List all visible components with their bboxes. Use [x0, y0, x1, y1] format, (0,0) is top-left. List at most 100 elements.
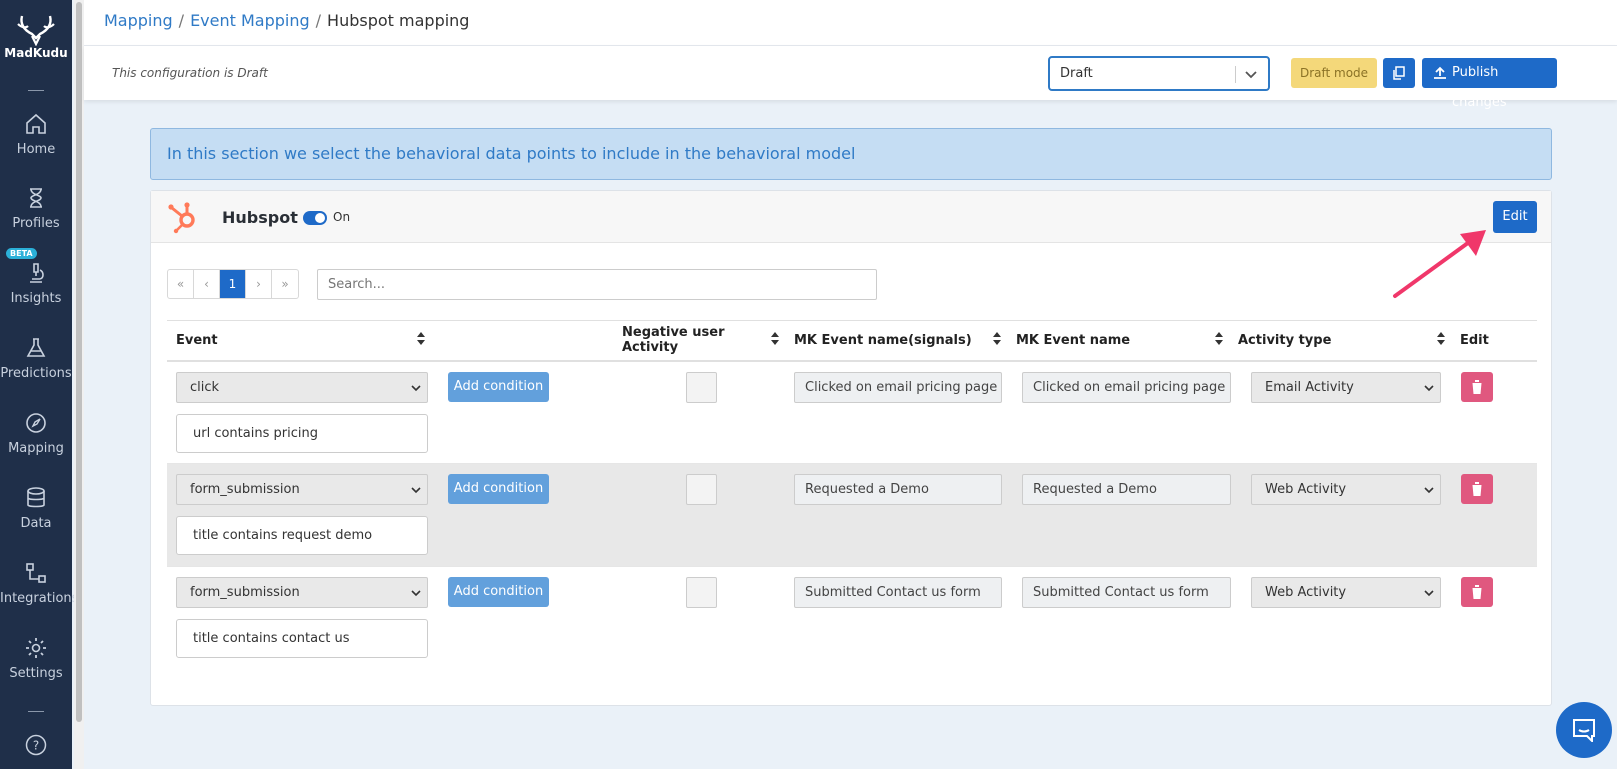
version-select[interactable]: Draft: [1048, 56, 1270, 91]
condition-field[interactable]: title contains request demo: [176, 516, 428, 555]
next-page-button[interactable]: ›: [246, 270, 272, 298]
signal-name-input[interactable]: Clicked on email pricing page link: [794, 371, 1002, 403]
sidebar-divider: [28, 90, 44, 91]
sidebar-item-profiles[interactable]: Profiles: [0, 186, 72, 231]
prev-page-button[interactable]: ‹: [194, 270, 220, 298]
version-select-value: Draft: [1060, 66, 1093, 81]
breadcrumb-mapping[interactable]: Mapping: [104, 11, 173, 30]
event-mapping-table: Event Negative user Activity MK Event na…: [167, 320, 1537, 670]
sidebar-item-label: Home: [16, 142, 56, 157]
select-divider: [1235, 66, 1236, 83]
page-title: Hubspot mapping: [327, 11, 470, 30]
trash-icon: [1471, 585, 1483, 599]
search-input[interactable]: [317, 269, 877, 300]
delete-row-button[interactable]: [1461, 371, 1493, 402]
table-row: form_submission title contains contact u…: [167, 567, 1537, 670]
sidebar-item-label: Profiles: [12, 216, 60, 231]
negative-activity-checkbox[interactable]: [686, 474, 717, 505]
hourglass-icon: [30, 188, 42, 208]
draft-mode-button[interactable]: Draft mode: [1291, 58, 1377, 88]
sidebar-item-insights[interactable]: BETA Insights: [0, 248, 72, 306]
table-row: form_submission title contains request d…: [167, 463, 1537, 567]
activity-type-select[interactable]: Email Activity: [1251, 371, 1441, 403]
chevron-down-icon: [411, 384, 421, 391]
hubspot-card: Hubspot On Edit « ‹ 1 › » Event Negative…: [150, 190, 1552, 706]
help-button[interactable]: ?: [0, 734, 72, 762]
beta-badge: BETA: [6, 248, 37, 259]
compass-icon: [26, 413, 46, 433]
integrations-icon: [26, 563, 46, 583]
card-header: Hubspot On Edit: [151, 191, 1551, 243]
first-page-button[interactable]: «: [168, 270, 194, 298]
delete-row-button[interactable]: [1461, 474, 1493, 504]
sidebar-item-mapping[interactable]: Mapping: [0, 411, 72, 456]
scrollbar-thumb[interactable]: [76, 2, 82, 722]
signal-name-input[interactable]: Submitted Contact us form: [794, 577, 1002, 608]
column-header-activity-type[interactable]: Activity type: [1229, 320, 1451, 362]
column-header-negative[interactable]: Negative user Activity: [613, 320, 785, 362]
trash-icon: [1471, 379, 1483, 394]
toggle-knob: [315, 213, 325, 223]
help-icon: ?: [25, 734, 47, 756]
signal-name-input[interactable]: Requested a Demo: [794, 474, 1002, 505]
event-select[interactable]: form_submission: [176, 577, 428, 608]
gear-icon: [26, 638, 46, 658]
event-name-input[interactable]: Submitted Contact us form: [1022, 577, 1231, 608]
chat-icon: [1573, 719, 1595, 742]
activity-type-select[interactable]: Web Activity: [1251, 474, 1441, 505]
brand-name: MadKudu: [4, 46, 68, 60]
chevron-down-icon: [1424, 384, 1434, 391]
event-select[interactable]: click: [176, 371, 428, 403]
hubspot-logo-icon: [168, 202, 195, 234]
copy-button[interactable]: [1383, 58, 1415, 88]
event-select[interactable]: form_submission: [176, 474, 428, 505]
chevron-down-icon: [1424, 487, 1434, 494]
condition-field[interactable]: url contains pricing: [176, 413, 428, 453]
delete-row-button[interactable]: [1461, 577, 1493, 607]
column-header-event[interactable]: Event: [167, 320, 431, 362]
column-header-event-name[interactable]: MK Event name: [1007, 320, 1229, 362]
sidebar-item-label: Integrations: [0, 591, 79, 606]
sidebar-divider: [28, 711, 44, 712]
sidebar-item-integrations[interactable]: Integrations: [0, 561, 79, 606]
home-icon: [26, 113, 46, 134]
column-header-edit: Edit: [1451, 320, 1537, 362]
publish-changes-button[interactable]: Publish changes: [1422, 58, 1557, 110]
toggle-label: On: [333, 210, 351, 224]
sidebar-item-home[interactable]: Home: [0, 112, 72, 157]
table-header-row: Event Negative user Activity MK Event na…: [167, 320, 1537, 362]
sidebar-item-predictions[interactable]: Predictions: [0, 336, 72, 381]
condition-field[interactable]: title contains contact us: [176, 619, 428, 658]
last-page-button[interactable]: »: [272, 270, 298, 298]
sidebar-scrollbar[interactable]: [74, 0, 84, 769]
column-header-condition: [431, 320, 613, 362]
sort-icon: [1437, 332, 1445, 345]
activity-type-select[interactable]: Web Activity: [1251, 577, 1441, 608]
config-bar: This configuration is Draft Draft Draft …: [84, 46, 1617, 110]
event-name-input[interactable]: Requested a Demo: [1022, 474, 1231, 505]
table-row: click url contains pricing Add condition…: [167, 360, 1537, 464]
sort-icon: [417, 332, 425, 345]
sidebar-item-data[interactable]: Data: [0, 486, 72, 531]
hubspot-toggle[interactable]: [303, 211, 327, 225]
copy-icon: [1393, 66, 1405, 80]
event-name-input[interactable]: Clicked on email pricing page link: [1022, 371, 1231, 403]
negative-activity-checkbox[interactable]: [686, 577, 717, 608]
add-condition-button[interactable]: Add condition: [448, 577, 549, 607]
add-condition-button[interactable]: Add condition: [448, 371, 549, 402]
sidebar-item-label: Insights: [10, 291, 62, 306]
chat-launcher-button[interactable]: [1556, 702, 1612, 758]
chevron-down-icon: [1245, 71, 1257, 79]
sidebar-item-label: Data: [20, 516, 52, 531]
column-header-signal-name[interactable]: MK Event name(signals): [785, 320, 1007, 362]
chevron-down-icon: [411, 590, 421, 597]
breadcrumb-event-mapping[interactable]: Event Mapping: [190, 11, 310, 30]
breadcrumb-separator: /: [315, 11, 322, 30]
negative-activity-checkbox[interactable]: [686, 371, 717, 403]
sidebar-item-settings[interactable]: Settings: [0, 636, 72, 681]
add-condition-button[interactable]: Add condition: [448, 474, 549, 504]
madkudu-logo[interactable]: MadKudu: [0, 14, 72, 60]
annotation-arrow-icon: [1393, 230, 1486, 298]
page-1-button[interactable]: 1: [220, 270, 246, 298]
sort-icon: [993, 332, 1001, 345]
